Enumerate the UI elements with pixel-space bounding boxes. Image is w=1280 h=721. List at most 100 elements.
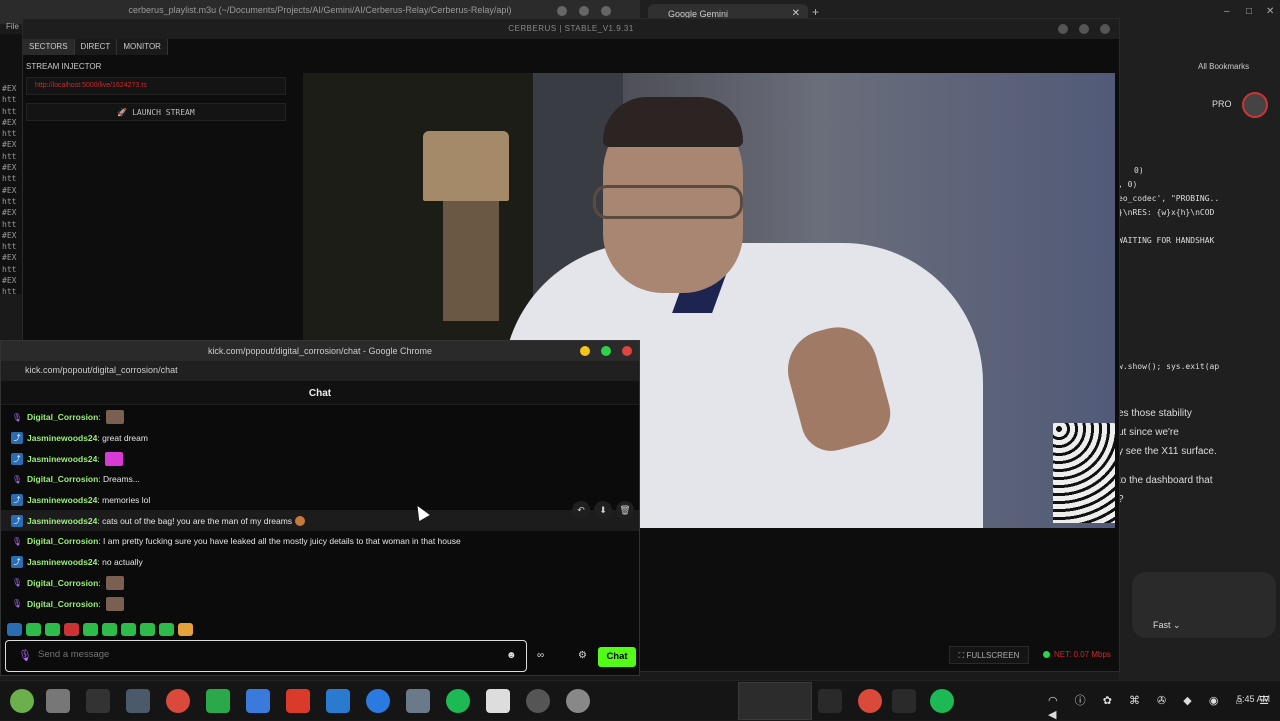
minimize-button[interactable] — [557, 6, 567, 16]
tool-icon[interactable] — [406, 689, 430, 713]
monitor-icon[interactable] — [126, 689, 150, 713]
emote-icon[interactable] — [7, 623, 22, 636]
terminal-line: htt — [2, 151, 17, 161]
chat-username[interactable]: Digital_Corrosion — [27, 578, 98, 588]
app-menu-icon[interactable] — [10, 689, 34, 713]
infinity-icon[interactable]: ∞ — [537, 650, 544, 661]
tab-sectors[interactable]: SECTORS — [23, 39, 75, 55]
mic-icon[interactable]: 🎙 — [18, 649, 32, 662]
chat-address-bar[interactable]: kick.com/popout/digital_corrosion/chat — [1, 361, 639, 381]
chat-message[interactable]: ⤴ Jasminewoods24: cats out of the bag! yo… — [1, 510, 639, 532]
network-status: NET: 0.07 Mbps — [1043, 650, 1111, 659]
chat-message[interactable]: 🎙 Digital_Corrosion: I am pretty fucking … — [1, 531, 639, 552]
clock[interactable]: 5:45 AM — [1237, 694, 1270, 704]
chat-message[interactable]: ⤴ Jasminewoods24: — [1, 448, 639, 469]
chat-username[interactable]: Digital_Corrosion — [27, 412, 98, 422]
chat-username[interactable]: Digital_Corrosion — [27, 599, 98, 609]
stream-url-input[interactable]: http://localhost:5000/live/1624273.ts — [26, 77, 286, 95]
settings-icon[interactable] — [566, 689, 590, 713]
new-tab-button[interactable]: + — [812, 5, 819, 19]
emoji-icon[interactable]: ☻ — [506, 650, 517, 661]
close-button[interactable] — [622, 346, 632, 356]
chat-message[interactable]: ⤴ Jasminewoods24: memories lol — [1, 490, 639, 511]
chat-text: memories lol — [102, 495, 151, 506]
emote-icon[interactable] — [178, 623, 193, 636]
chat-message[interactable]: 🎙 Digital_Corrosion: Dreams... — [1, 469, 639, 490]
emote-icon[interactable] — [26, 623, 41, 636]
chat-username[interactable]: Jasminewoods24 — [27, 454, 97, 464]
maximize-button[interactable] — [601, 346, 611, 356]
files-icon[interactable] — [46, 689, 70, 713]
close-button[interactable] — [601, 6, 611, 16]
send-chat-button[interactable]: Chat — [598, 647, 636, 667]
reply-icon[interactable]: ↶ — [572, 501, 590, 519]
terminal-line: #EX — [2, 163, 17, 173]
emote-icon[interactable] — [102, 623, 117, 636]
chat-message[interactable]: 🎙 Digital_Corrosion: — [1, 593, 639, 614]
emote-icon[interactable] — [140, 623, 155, 636]
chat-message[interactable]: ⤴ Jasminewoods24: great dream — [1, 428, 639, 449]
chat-username[interactable]: Jasminewoods24 — [27, 516, 97, 526]
chat-colon: : — [98, 577, 104, 588]
launch-stream-button[interactable]: 🚀 LAUNCH STREAM — [26, 103, 286, 121]
spotify-icon[interactable] — [446, 689, 470, 713]
emote-icon[interactable] — [159, 623, 174, 636]
minimize-button[interactable] — [580, 346, 590, 356]
emote-icon[interactable] — [45, 623, 60, 636]
chat-app-icon[interactable] — [206, 689, 230, 713]
maximize-button[interactable] — [579, 6, 589, 16]
message-input[interactable] — [38, 649, 478, 660]
outlook-icon[interactable] — [326, 689, 350, 713]
tab-direct[interactable]: DIRECT — [74, 39, 118, 55]
chat-username[interactable]: Jasminewoods24 — [27, 433, 97, 443]
avatar[interactable] — [1242, 92, 1268, 118]
file-menu[interactable]: File — [0, 22, 22, 34]
emote-icon[interactable] — [83, 623, 98, 636]
fullscreen-button[interactable]: ⛶ FULLSCREEN — [949, 646, 1029, 664]
video-pillow — [1053, 423, 1115, 523]
close-button[interactable] — [1100, 24, 1110, 34]
terminal-window-icon[interactable] — [892, 689, 916, 713]
chat-message[interactable]: ⤴ Jasminewoods24: no actually — [1, 552, 639, 573]
gmail-icon[interactable] — [286, 689, 310, 713]
emote-icon[interactable] — [121, 623, 136, 636]
chat-username[interactable]: Digital_Corrosion — [27, 474, 98, 484]
spotify-window-icon[interactable] — [930, 689, 954, 713]
editor-icon[interactable] — [486, 689, 510, 713]
chat-username[interactable]: Jasminewoods24 — [27, 557, 97, 567]
obs-icon[interactable] — [526, 689, 550, 713]
pro-badge[interactable]: PRO — [1212, 99, 1232, 109]
chat-username[interactable]: Jasminewoods24 — [27, 495, 97, 505]
chat-username[interactable]: Digital_Corrosion — [27, 536, 98, 546]
net-label: NET: 0.07 Mbps — [1054, 650, 1111, 659]
chat-text: Dreams... — [103, 474, 140, 485]
maximize-icon[interactable]: □ — [1246, 6, 1252, 17]
chrome-window-icon[interactable] — [858, 689, 882, 713]
maximize-button[interactable] — [1079, 24, 1089, 34]
chat-message[interactable]: 🎙 Digital_Corrosion: — [1, 573, 639, 594]
launch-label: LAUNCH STREAM — [132, 108, 195, 117]
emote-icon[interactable] — [64, 623, 79, 636]
minimize-button[interactable] — [1058, 24, 1068, 34]
chrome-icon[interactable] — [166, 689, 190, 713]
emote-image — [106, 596, 125, 611]
delete-icon[interactable]: 🗑 — [616, 501, 634, 519]
gear-icon[interactable]: ⚙ — [578, 650, 587, 661]
terminal-strip: #EX htt htt #EX htt #EX htt #EX htt #EX htt #EX htt #… — [0, 34, 22, 296]
minimize-icon[interactable]: – — [1224, 6, 1230, 17]
sub-badge-icon: ⤴ — [11, 556, 23, 569]
all-bookmarks-link[interactable]: All Bookmarks — [1198, 62, 1249, 71]
terminal-icon[interactable] — [86, 689, 110, 713]
code-line: , 0) — [1118, 180, 1138, 189]
active-window-thumb[interactable] — [738, 682, 812, 720]
messenger-icon[interactable] — [366, 689, 390, 713]
message-list: 🎙 Digital_Corrosion: ⤴ Jasminewoods24: gre… — [1, 407, 639, 614]
window-thumb-icon[interactable] — [818, 689, 842, 713]
code-line: }\nRES: {w}x{h}\nCOD — [1118, 208, 1215, 217]
docs-icon[interactable] — [246, 689, 270, 713]
tab-monitor[interactable]: MONITOR — [117, 39, 168, 55]
chat-message[interactable]: 🎙 Digital_Corrosion: — [1, 407, 639, 428]
model-selector[interactable]: Fast ⌄ — [1153, 620, 1181, 631]
pin-icon[interactable]: ⬇ — [594, 501, 612, 519]
close-icon[interactable]: ✕ — [1266, 6, 1274, 17]
